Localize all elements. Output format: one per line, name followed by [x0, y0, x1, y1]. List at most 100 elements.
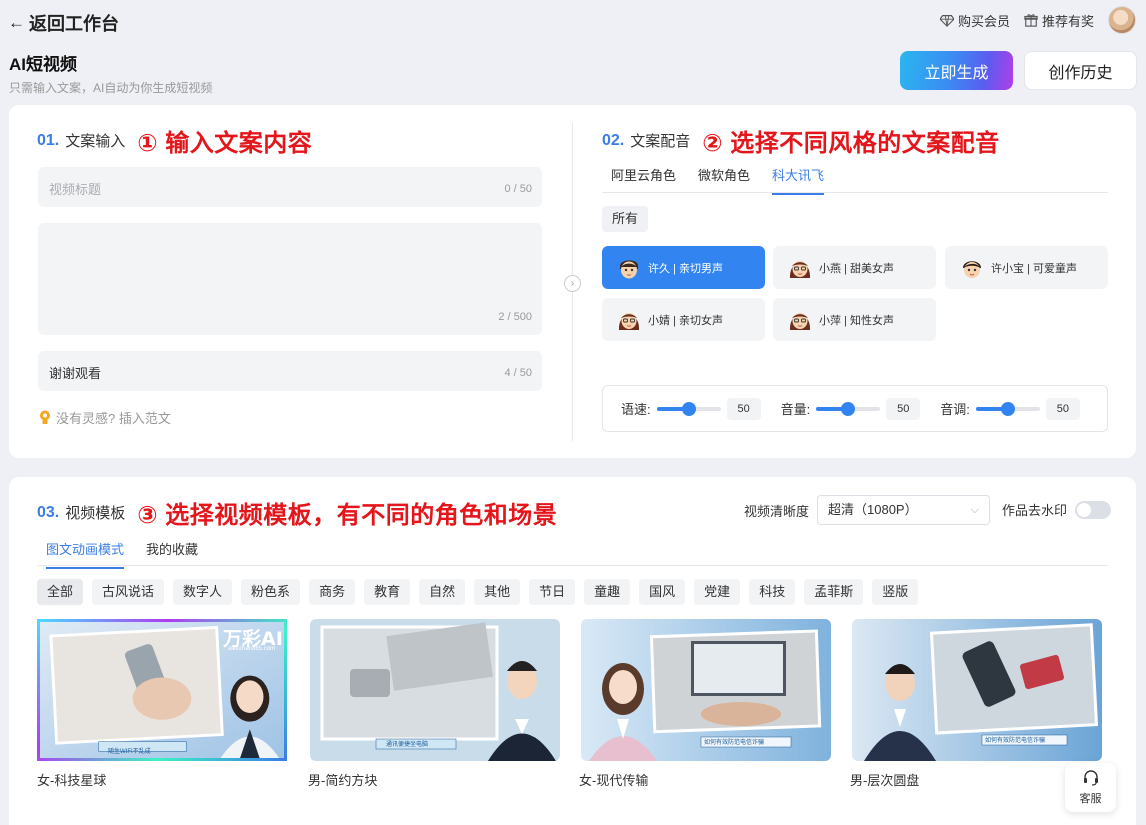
script-body-textarea[interactable]: 2 / 500: [38, 223, 542, 335]
voice-label: 许小宝 | 可爱童声: [991, 262, 1077, 275]
voice-provider-tabs: 阿里云角色 微软角色 科大讯飞: [611, 165, 825, 195]
filter-chip[interactable]: 科技: [749, 579, 796, 605]
filter-chip[interactable]: 自然: [419, 579, 466, 605]
filter-chip[interactable]: 数字人: [173, 579, 233, 605]
template-card-title: 女-科技星球: [37, 773, 107, 788]
template-card-thumbnail[interactable]: 通讯便捷坐电脑: [310, 619, 560, 761]
speed-label: 语速:: [621, 402, 651, 417]
speed-value[interactable]: 50: [726, 397, 761, 420]
insert-sample-link[interactable]: 没有灵感? 插入范文: [39, 408, 171, 427]
ending-text-input[interactable]: 谢谢观看 4 / 50: [38, 351, 542, 391]
script-voice-panel: 01. 文案输入 ① 输入文案内容 视频标题 0 / 50 2 / 500 谢谢…: [9, 105, 1136, 458]
filter-chip[interactable]: 竖版: [872, 579, 919, 605]
template-preview-image: [852, 619, 1102, 761]
template-card-title: 男-简约方块: [308, 773, 378, 788]
video-title-input[interactable]: 视频标题 0 / 50: [38, 167, 542, 207]
section-number: 03.: [37, 503, 60, 521]
filter-chip[interactable]: 古风说话: [92, 579, 165, 605]
template-heading: 03. 视频模板 ③ 选择视频模板，有不同的角色和场景: [37, 495, 557, 530]
section-title: 文案配音: [630, 133, 691, 150]
voice-heading: 02. 文案配音 ② 选择不同风格的文案配音: [602, 123, 1000, 158]
voice-option[interactable]: 小婧 | 亲切女声: [602, 298, 765, 341]
template-card-title: 男-层次圆盘: [850, 773, 920, 788]
buy-vip-link[interactable]: 购买会员: [939, 11, 1010, 30]
section-title: 文案输入: [65, 133, 126, 150]
female-avatar-icon: [618, 312, 640, 330]
body-char-count: 2 / 500: [498, 311, 532, 323]
pitch-slider[interactable]: [975, 401, 1040, 416]
speed-control: 语速: 50: [621, 397, 761, 420]
user-avatar[interactable]: [1108, 6, 1136, 34]
thumbnail-caption: 通讯便捷坐电脑: [386, 742, 429, 748]
filter-chip[interactable]: 教育: [364, 579, 411, 605]
tabs-underline: [602, 192, 1108, 193]
voice-label: 许久 | 亲切男声: [648, 262, 723, 275]
generate-now-button[interactable]: 立即生成: [900, 51, 1013, 90]
pitch-label: 音调:: [940, 402, 970, 417]
filter-chip[interactable]: 全部: [37, 579, 84, 605]
buy-vip-label: 购买会员: [957, 13, 1010, 29]
filter-chip[interactable]: 童趣: [584, 579, 631, 605]
referral-label: 推荐有奖: [1041, 13, 1094, 29]
male-avatar-icon: [620, 259, 638, 278]
female-avatar-icon: [789, 312, 811, 330]
template-card-thumbnail[interactable]: 万彩AI aikezhan365.com 随生WIFI不乱成: [37, 619, 287, 761]
voice-option[interactable]: 小萍 | 知性女声: [773, 298, 936, 341]
customer-service-button[interactable]: 客服: [1065, 763, 1116, 812]
tab-microsoft[interactable]: 微软角色: [698, 165, 750, 195]
watermark-toggle[interactable]: [1075, 500, 1112, 519]
template-category-filters: 全部 古风说话 数字人 粉色系 商务 教育 自然 其他 节日 童趣 国风 党建 …: [37, 579, 919, 605]
tab-aliyun[interactable]: 阿里云角色: [611, 165, 676, 195]
resolution-select[interactable]: 超清（1080P） ⌵: [817, 495, 991, 525]
gift-icon: [1024, 14, 1038, 27]
voice-option[interactable]: 许小宝 | 可爱童声: [945, 246, 1108, 289]
filter-chip[interactable]: 粉色系: [241, 579, 301, 605]
top-bar: ← 返回工作台 购买会员 推荐有奖: [0, 0, 1146, 42]
voice-option[interactable]: 小燕 | 甜美女声: [773, 246, 936, 289]
back-to-workbench-link[interactable]: ← 返回工作台: [8, 10, 119, 36]
filter-chip[interactable]: 其他: [474, 579, 521, 605]
title-placeholder: 视频标题: [49, 182, 102, 197]
headset-icon: [1083, 769, 1098, 786]
thumbnail-caption: 随生WIFI不乱成: [108, 749, 151, 755]
female-avatar-icon: [789, 260, 811, 278]
video-template-panel: 03. 视频模板 ③ 选择视频模板，有不同的角色和场景 视频清晰度 超清（108…: [9, 477, 1136, 825]
back-label: 返回工作台: [29, 14, 119, 34]
ending-text-value: 谢谢观看: [49, 366, 102, 381]
section-number: 02.: [602, 131, 625, 149]
voice-label: 小燕 | 甜美女声: [819, 262, 894, 275]
script-input-heading: 01. 文案输入 ① 输入文案内容: [37, 123, 312, 158]
page-header: AI短视频 只需输入文案，AI自动为你生成短视频: [9, 50, 212, 96]
volume-value[interactable]: 50: [886, 397, 921, 420]
volume-slider[interactable]: [816, 401, 881, 416]
lightbulb-icon: [40, 410, 50, 424]
template-card-thumbnail[interactable]: 如何有效防范电信诈骗: [581, 619, 831, 761]
voice-option[interactable]: 许久 | 亲切男声: [602, 246, 765, 289]
voice-filter-all[interactable]: 所有: [602, 206, 649, 232]
voice-label: 小萍 | 知性女声: [819, 314, 894, 327]
speed-slider[interactable]: [656, 401, 721, 416]
watermark-label: 作品去水印: [1002, 503, 1068, 518]
creation-history-button[interactable]: 创作历史: [1024, 51, 1137, 90]
annotation-step-3: ③ 选择视频模板，有不同的角色和场景: [137, 502, 558, 529]
top-right-links: 购买会员 推荐有奖: [939, 6, 1136, 34]
volume-label: 音量:: [780, 402, 811, 417]
title-char-count: 0 / 50: [504, 183, 532, 195]
watermark-control: 作品去水印: [1002, 500, 1112, 519]
referral-link[interactable]: 推荐有奖: [1024, 11, 1094, 30]
section-title: 视频模板: [65, 505, 126, 522]
tab-iflytek[interactable]: 科大讯飞: [772, 165, 825, 195]
filter-chip[interactable]: 节日: [529, 579, 576, 605]
hint-label: 没有灵感? 插入范文: [56, 411, 171, 426]
chevron-down-icon: ⌵: [970, 504, 980, 516]
filter-chip[interactable]: 孟菲斯: [804, 579, 864, 605]
page-title: AI短视频: [9, 55, 77, 74]
pitch-value[interactable]: 50: [1045, 397, 1080, 420]
voice-label: 小婧 | 亲切女声: [648, 314, 723, 327]
collapse-toggle-icon[interactable]: ›: [564, 275, 581, 292]
template-preview-image: [310, 619, 560, 761]
filter-chip[interactable]: 党建: [694, 579, 741, 605]
filter-chip[interactable]: 商务: [309, 579, 356, 605]
filter-chip[interactable]: 国风: [639, 579, 686, 605]
template-card-thumbnail[interactable]: 如何有效防范电信诈骗: [852, 619, 1102, 761]
